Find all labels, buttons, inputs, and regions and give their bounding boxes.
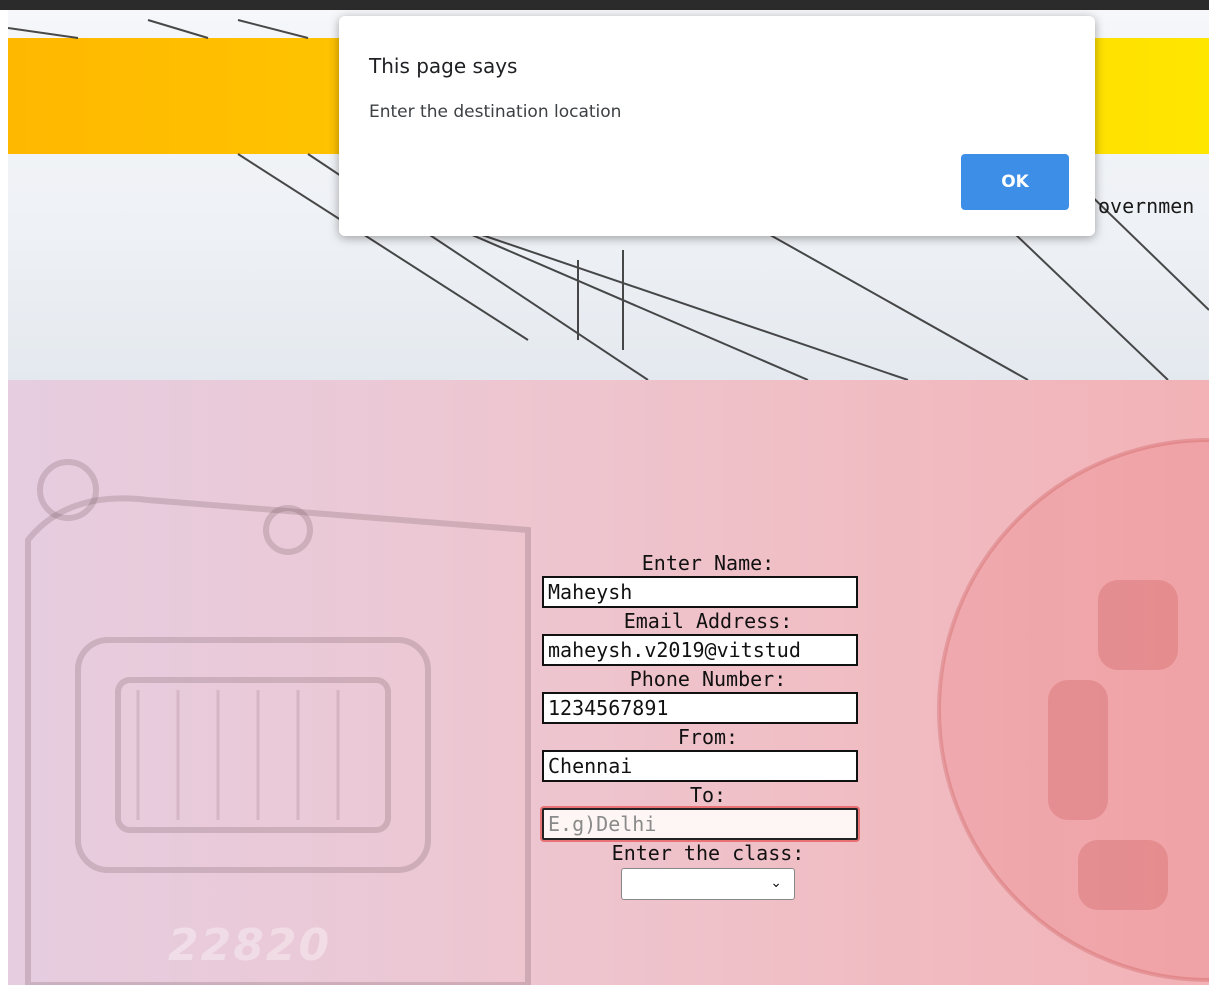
dialog-message: Enter the destination location — [369, 102, 622, 122]
phone-input[interactable] — [542, 692, 858, 724]
ok-button[interactable]: OK — [961, 154, 1069, 210]
from-label: From: — [677, 725, 739, 749]
form-background: 22820 Enter Name: Email Address: Phone N… — [8, 380, 1209, 985]
dialog-title: This page says — [369, 54, 518, 78]
to-label: To: — [689, 783, 727, 807]
email-input[interactable] — [542, 634, 858, 666]
phone-label: Phone Number: — [629, 667, 787, 691]
class-select[interactable]: ⌄ — [621, 868, 795, 900]
chevron-down-icon: ⌄ — [770, 875, 782, 891]
name-label: Enter Name: — [641, 551, 775, 575]
email-label: Email Address: — [623, 609, 793, 633]
browser-top-strip — [0, 0, 1209, 10]
to-input[interactable] — [542, 808, 858, 840]
alert-dialog: This page says Enter the destination loc… — [339, 16, 1095, 236]
train-number-watermark: 22820 — [168, 920, 332, 971]
name-input[interactable] — [542, 576, 858, 608]
booking-form: Enter Name: Email Address: Phone Number:… — [538, 550, 878, 900]
class-label: Enter the class: — [611, 841, 805, 865]
header-partial-text: overnmen — [1098, 194, 1195, 218]
from-input[interactable] — [542, 750, 858, 782]
